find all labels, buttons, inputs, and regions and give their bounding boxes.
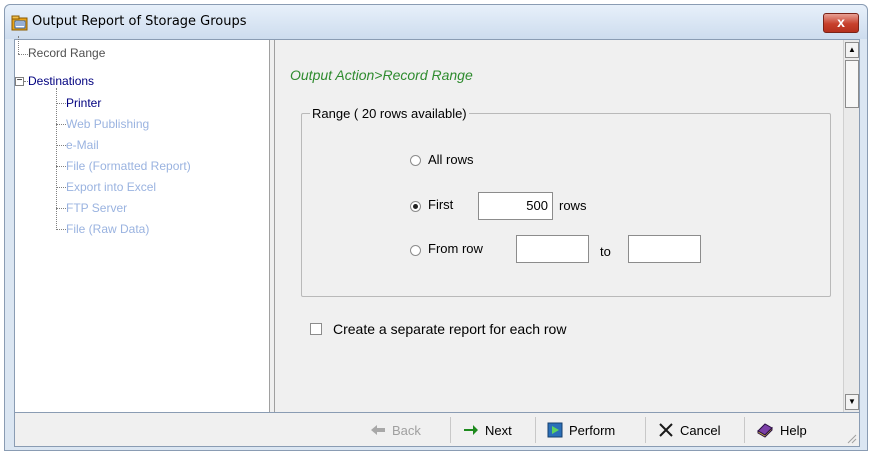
title-bar[interactable]: Output Report of Storage Groups x: [5, 5, 867, 39]
close-icon: x: [837, 14, 845, 30]
folder-app-icon: [11, 15, 28, 31]
to-row-input[interactable]: [628, 235, 701, 263]
from-row-label[interactable]: From row: [428, 241, 483, 256]
scroll-up-icon[interactable]: ▲: [845, 42, 859, 58]
tree-item-email[interactable]: e-Mail: [66, 138, 99, 152]
help-label: Help: [780, 422, 807, 438]
cancel-x-icon: [659, 423, 673, 437]
tree-item-destinations[interactable]: Destinations: [28, 74, 94, 88]
collapse-glyph: −: [16, 75, 23, 86]
tree-connector: [18, 54, 28, 55]
rows-suffix-label: rows: [559, 198, 587, 213]
toolbar-divider: [645, 417, 646, 443]
all-rows-radio[interactable]: [410, 155, 421, 166]
perform-button[interactable]: Perform: [547, 419, 615, 441]
dialog-window: Output Report of Storage Groups x Record…: [4, 4, 868, 451]
cancel-button[interactable]: Cancel: [658, 419, 720, 441]
help-book-icon: [757, 423, 773, 438]
next-arrow-icon: [464, 425, 478, 435]
tree-connector: [56, 208, 66, 209]
main-panel: Output Action>Record Range Range ( 20 ro…: [275, 40, 843, 412]
first-rows-input[interactable]: 500: [478, 192, 553, 220]
tree-connector: [56, 103, 66, 104]
tree-connector: [56, 229, 66, 230]
tree-item-ftp-server[interactable]: FTP Server: [66, 201, 127, 215]
help-button[interactable]: Help: [756, 419, 807, 441]
all-rows-label[interactable]: All rows: [428, 152, 474, 167]
tree-item-file-raw[interactable]: File (Raw Data): [66, 222, 149, 236]
range-group: Range ( 20 rows available) All rows Firs…: [301, 106, 831, 297]
content-area: Record Range − Destinations Printer Web …: [14, 36, 860, 413]
navigation-tree: Record Range − Destinations Printer Web …: [15, 36, 269, 412]
toolbar-divider: [744, 417, 745, 443]
window-title: Output Report of Storage Groups: [32, 14, 247, 29]
from-row-input[interactable]: [516, 235, 589, 263]
next-label: Next: [485, 422, 512, 438]
scroll-down-icon[interactable]: ▼: [845, 394, 859, 410]
tree-connector: [56, 187, 66, 188]
tree-connector: [18, 36, 19, 54]
toolbar-divider: [535, 417, 536, 443]
tree-item-web-publishing[interactable]: Web Publishing: [66, 117, 149, 131]
tree-connector: [56, 166, 66, 167]
scroll-thumb[interactable]: [845, 60, 859, 108]
separate-report-label[interactable]: Create a separate report for each row: [333, 321, 566, 337]
range-legend: Range ( 20 rows available): [310, 106, 469, 121]
tree-item-export-excel[interactable]: Export into Excel: [66, 180, 156, 194]
tree-item-record-range[interactable]: Record Range: [28, 46, 105, 60]
radio-selected-dot: [413, 204, 418, 209]
button-bar: Back Next Perform Cancel Help: [14, 413, 860, 447]
toolbar-divider: [450, 417, 451, 443]
back-arrow-icon: [371, 425, 385, 435]
perform-label: Perform: [569, 422, 616, 438]
first-rows-label[interactable]: First: [428, 197, 453, 212]
to-label: to: [600, 244, 611, 259]
collapse-icon[interactable]: −: [15, 75, 24, 86]
next-button[interactable]: Next: [463, 419, 512, 441]
tree-connector: [56, 124, 66, 125]
tree-item-printer[interactable]: Printer: [66, 96, 101, 110]
back-label: Back: [392, 422, 421, 438]
section-title: Output Action>Record Range: [290, 67, 473, 83]
separate-report-checkbox[interactable]: [310, 323, 322, 335]
tree-connector: [56, 145, 66, 146]
perform-play-icon: [547, 422, 563, 438]
tree-item-file-formatted[interactable]: File (Formatted Report): [66, 159, 191, 173]
resize-grip-icon[interactable]: [845, 432, 857, 444]
back-button[interactable]: Back: [370, 419, 421, 441]
close-button[interactable]: x: [823, 13, 859, 33]
cancel-label: Cancel: [680, 422, 721, 438]
vertical-scrollbar[interactable]: ▲ ▼: [843, 40, 859, 412]
first-rows-radio[interactable]: [410, 201, 421, 212]
from-row-radio[interactable]: [410, 245, 421, 256]
